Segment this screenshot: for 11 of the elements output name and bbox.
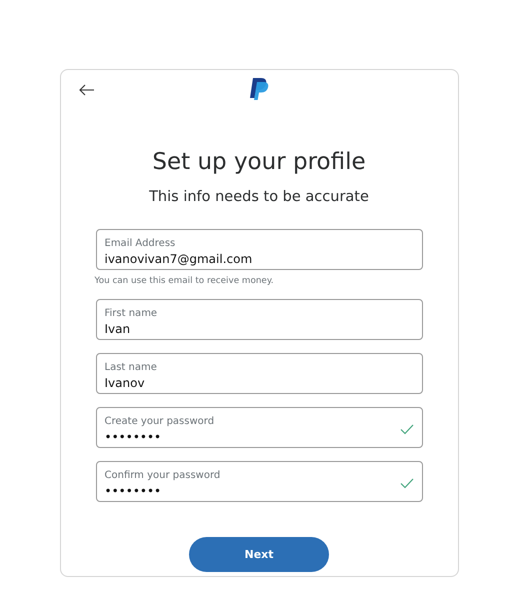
input-field[interactable]: Create your password •••••••• (96, 407, 422, 448)
logo-icon (248, 78, 270, 100)
back-arrow-icon[interactable] (78, 84, 94, 96)
next-button[interactable]: Next (189, 537, 329, 572)
input-field[interactable]: Confirm your password •••••••• (96, 461, 422, 502)
page-subtitle: This info needs to be accurate (149, 189, 369, 205)
page-title: Set up your profile (152, 149, 366, 175)
input-field[interactable]: Email Address ivanovivan7@gmail.com (96, 229, 422, 270)
input-field[interactable]: Last name Ivanov (96, 353, 422, 394)
input-field[interactable]: First name Ivan (96, 299, 422, 340)
field-hint: You can use this email to receive money. (94, 276, 275, 286)
